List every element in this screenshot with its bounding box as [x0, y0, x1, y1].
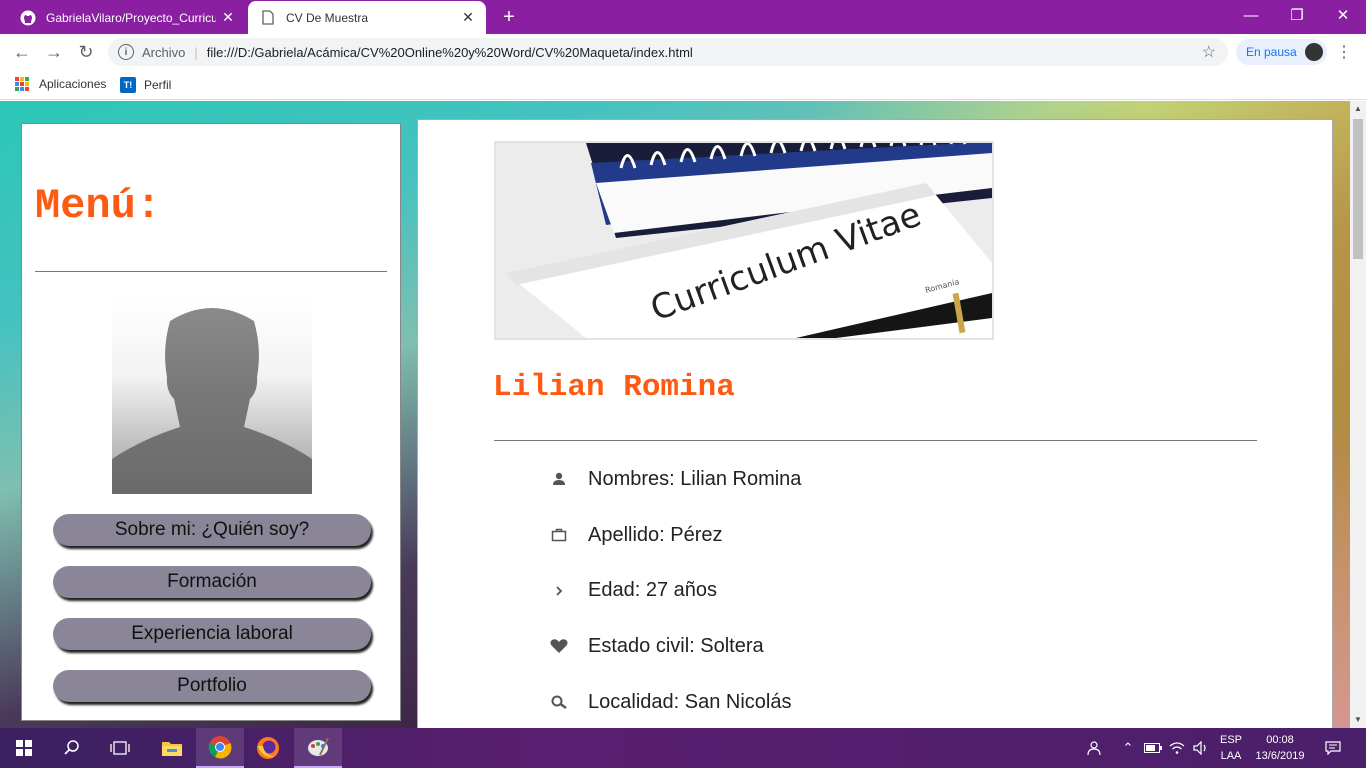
detail-row-apellido: Apellido: Pérez — [550, 520, 723, 550]
page-viewport: Menú: Sobre mi: ¿Quién soy? Formación Ex… — [0, 101, 1350, 728]
main-content-card: Curriculum Vitae Romania Lilian Romina N… — [417, 119, 1333, 728]
nav-button-education[interactable]: Formación — [53, 566, 371, 598]
clock-time: 00:08 — [1266, 734, 1294, 746]
bookmark-star-icon[interactable]: ☆ — [1202, 42, 1216, 62]
url-text[interactable]: file:///D:/Gabriela/Acámica/CV%20Online%… — [207, 45, 1202, 60]
nav-button-portfolio[interactable]: Portfolio — [53, 670, 371, 702]
bookmark-label: Aplicaciones — [39, 77, 107, 91]
nav-button-experience[interactable]: Experiencia laboral — [53, 618, 371, 650]
reload-icon[interactable]: ↻ — [74, 40, 98, 64]
bookmark-apps[interactable]: Aplicaciones — [15, 77, 106, 91]
language-indicator[interactable]: ESP LAA — [1214, 732, 1248, 764]
detail-row-localidad: Localidad: San Nicolás — [550, 687, 791, 717]
keyboard-layout: LAA — [1220, 750, 1242, 762]
tab-github[interactable]: GabrielaVilaro/Proyecto_Curriculum ✕ — [8, 1, 246, 34]
notifications-icon[interactable] — [1320, 728, 1346, 768]
address-bar[interactable]: i Archivo | file:///D:/Gabriela/Acámica/… — [108, 38, 1228, 66]
detail-text: Localidad: San Nicolás — [588, 690, 792, 713]
volume-icon[interactable] — [1190, 728, 1212, 768]
bookmark-label: Perfil — [144, 78, 172, 92]
heart-icon — [550, 637, 568, 655]
profile-status: En pausa — [1246, 45, 1297, 59]
task-view-icon[interactable] — [96, 728, 144, 768]
firefox-icon[interactable] — [244, 728, 292, 768]
detail-text: Apellido: Pérez — [588, 523, 723, 546]
divider — [494, 440, 1257, 441]
detail-text: Nombres: Lilian Romina — [588, 467, 802, 490]
profile-avatar — [1304, 43, 1323, 61]
apps-grid-icon — [15, 77, 29, 91]
paint-app-icon[interactable] — [294, 728, 342, 768]
briefcase-icon — [550, 526, 568, 544]
avatar-placeholder-image — [112, 299, 312, 494]
battery-icon[interactable] — [1142, 728, 1164, 768]
detail-text: Estado civil: Soltera — [588, 634, 764, 657]
detail-row-edad: Edad: 27 años — [550, 575, 717, 605]
system-clock[interactable]: 00:08 13/6/2019 — [1248, 732, 1312, 764]
page-icon — [260, 10, 276, 26]
divider — [35, 271, 387, 272]
window-close-icon[interactable]: ✕ — [1320, 0, 1366, 30]
minimize-icon[interactable]: — — [1228, 0, 1274, 30]
language-code: ESP — [1219, 734, 1242, 746]
back-arrow-icon[interactable]: ← — [10, 40, 34, 64]
tab-strip: GabrielaVilaro/Proyecto_Curriculum ✕ CV … — [0, 0, 1366, 34]
browser-toolbar: ← → ↻ i Archivo | file:///D:/Gabriela/Ac… — [0, 34, 1366, 70]
vertical-scrollbar[interactable]: ▲ ▼ — [1350, 101, 1366, 728]
tab-title: CV De Muestra — [286, 10, 369, 25]
address-divider: | — [194, 44, 198, 60]
bookmarks-bar: Aplicaciones T! Perfil — [0, 70, 1366, 100]
close-icon[interactable]: ✕ — [456, 9, 480, 26]
person-icon — [550, 470, 568, 488]
clock-date: 13/6/2019 — [1255, 750, 1305, 762]
menu-title: Menú: — [35, 182, 162, 230]
scheme-label: Archivo — [142, 44, 186, 60]
cv-header-image: Curriculum Vitae Romania — [494, 141, 994, 340]
sidebar-menu: Menú: Sobre mi: ¿Quién soy? Formación Ex… — [21, 123, 401, 721]
chevron-right-icon — [550, 581, 568, 599]
chrome-icon[interactable] — [196, 728, 244, 768]
github-icon — [20, 10, 36, 26]
search-icon[interactable] — [48, 728, 96, 768]
windows-start-icon[interactable] — [0, 728, 48, 768]
detail-row-estado-civil: Estado civil: Soltera — [550, 631, 764, 661]
file-explorer-icon[interactable] — [148, 728, 196, 768]
close-icon[interactable]: ✕ — [216, 9, 240, 26]
profile-button[interactable]: En pausa — [1236, 39, 1327, 65]
bookmark-perfil[interactable]: T! Perfil — [120, 77, 171, 93]
trello-icon: T! — [120, 77, 136, 93]
detail-text: Edad: 27 años — [588, 578, 717, 601]
new-tab-button[interactable]: + — [497, 6, 521, 29]
kebab-menu-icon[interactable]: ⋮ — [1336, 42, 1352, 62]
info-icon[interactable]: i — [118, 44, 134, 60]
detail-row-nombres: Nombres: Lilian Romina — [550, 464, 801, 494]
restore-icon[interactable]: ❐ — [1274, 0, 1320, 30]
scroll-up-icon[interactable]: ▲ — [1350, 101, 1366, 117]
nav-button-about[interactable]: Sobre mi: ¿Quién soy? — [53, 514, 371, 546]
chevron-up-icon[interactable]: ⌃ — [1118, 728, 1138, 768]
windows-taskbar: ⌃ ESP LAA 00:08 13/6/2019 — [0, 728, 1366, 768]
profile-name-heading: Lilian Romina — [493, 370, 735, 405]
tab-cv[interactable]: CV De Muestra ✕ — [248, 1, 486, 34]
people-icon[interactable] — [1080, 728, 1106, 768]
scroll-down-icon[interactable]: ▼ — [1350, 712, 1366, 728]
scrollbar-thumb[interactable] — [1353, 119, 1363, 259]
wifi-icon[interactable] — [1166, 728, 1188, 768]
forward-arrow-icon[interactable]: → — [42, 40, 66, 64]
tab-title: GabrielaVilaro/Proyecto_Curriculum — [46, 10, 216, 25]
search-icon — [550, 693, 568, 711]
